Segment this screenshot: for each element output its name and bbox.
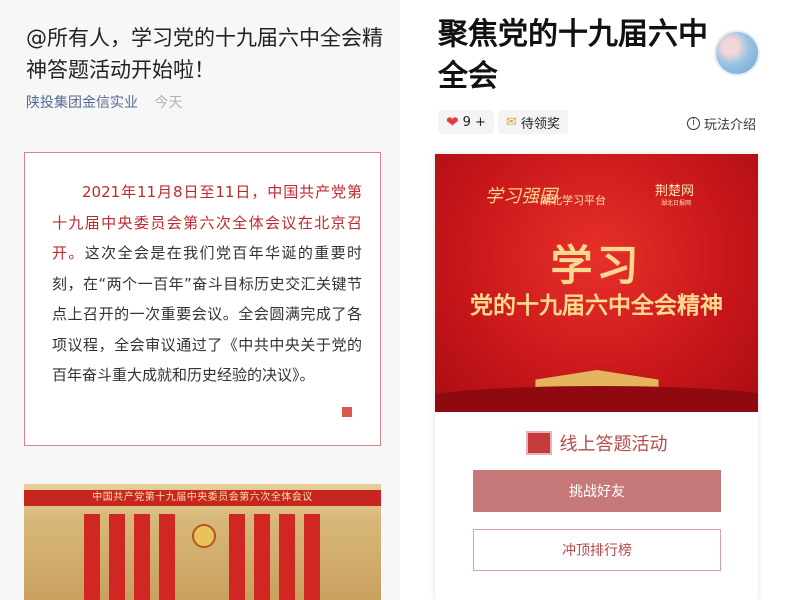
- screen: @所有人，学习党的十九届六中全会精神答题活动开始啦！ 陕投集团金信实业 今天 2…: [0, 0, 800, 600]
- quote-box: 2021年11月8日至11日，中国共产党第十九届中央委员会第六次全体会议在北京召…: [24, 152, 381, 446]
- flag: [84, 514, 100, 600]
- award-button[interactable]: ✉ 待领奖: [498, 110, 568, 134]
- banner-subtitle: 党的十九届六中全会精神: [470, 292, 723, 319]
- ribbon-graphic: [435, 386, 758, 412]
- conference-photo: 中国共产党第十九届中央委员会第六次全体会议: [24, 484, 381, 600]
- quote-body: 这次全会是在我们党百年华诞的重要时刻，在“两个一百年”奋斗目标历史交汇关键节点上…: [52, 244, 362, 384]
- quote-end-mark: [342, 407, 352, 417]
- quiz-title: 聚焦党的十九届六中全会: [438, 17, 708, 94]
- publisher-link[interactable]: 陕投集团金信实业: [26, 95, 138, 111]
- flag: [134, 514, 150, 600]
- info-icon: i: [686, 117, 700, 130]
- avatar[interactable]: [714, 30, 760, 76]
- article-panel: @所有人，学习党的十九届六中全会精神答题活动开始啦！ 陕投集团金信实业 今天 2…: [0, 0, 400, 600]
- quiz-banner: 学习强国 湖北学习平台 荆楚网 湖北日报网 学习 党的十九届六中全会精神: [435, 154, 758, 412]
- flag: [304, 514, 320, 600]
- publish-date: 今天: [154, 95, 183, 111]
- xuexi-logo-sub: 湖北学习平台: [540, 194, 606, 207]
- rules-link[interactable]: i 玩法介绍: [686, 114, 756, 133]
- jingchu-logo: 荆楚网: [655, 184, 695, 199]
- article-meta: 陕投集团金信实业 今天: [26, 92, 182, 112]
- rules-label: 玩法介绍: [703, 118, 756, 133]
- flag: [109, 514, 125, 600]
- flag: [254, 514, 270, 600]
- flag: [279, 514, 295, 600]
- like-button[interactable]: ❤ 9 +: [438, 110, 494, 134]
- award-label: 待领奖: [520, 116, 560, 132]
- activity-label: 线上答题活动: [559, 434, 668, 455]
- challenge-friends-button[interactable]: 挑战好友: [473, 470, 721, 512]
- heart-icon: ❤: [446, 113, 459, 131]
- activity-icon: [525, 431, 552, 455]
- party-emblem-icon: [192, 524, 216, 548]
- quiz-card: 学习强国 湖北学习平台 荆楚网 湖北日报网 学习 党的十九届六中全会精神 线上答…: [435, 154, 758, 600]
- quote-text: 2021年11月8日至11日，中国共产党第十九届中央委员会第六次全体会议在北京召…: [52, 177, 362, 391]
- flag: [229, 514, 245, 600]
- like-count: 9 +: [462, 114, 486, 130]
- ranking-button[interactable]: 冲顶排行榜: [473, 529, 721, 571]
- activity-heading: 线上答题活动: [435, 430, 758, 456]
- quiz-panel: 聚焦党的十九届六中全会 ❤ 9 + ✉ 待领奖 i 玩法介绍 学习强国 湖北学习…: [400, 0, 800, 600]
- article-title: @所有人，学习党的十九届六中全会精神答题活动开始啦！: [26, 26, 383, 82]
- jingchu-logo-sub: 湖北日报网: [661, 200, 692, 207]
- banner-title: 学习: [550, 241, 643, 290]
- envelope-icon: ✉: [506, 114, 517, 130]
- hall-banner: 中国共产党第十九届中央委员会第六次全体会议: [24, 490, 381, 506]
- flag: [159, 514, 175, 600]
